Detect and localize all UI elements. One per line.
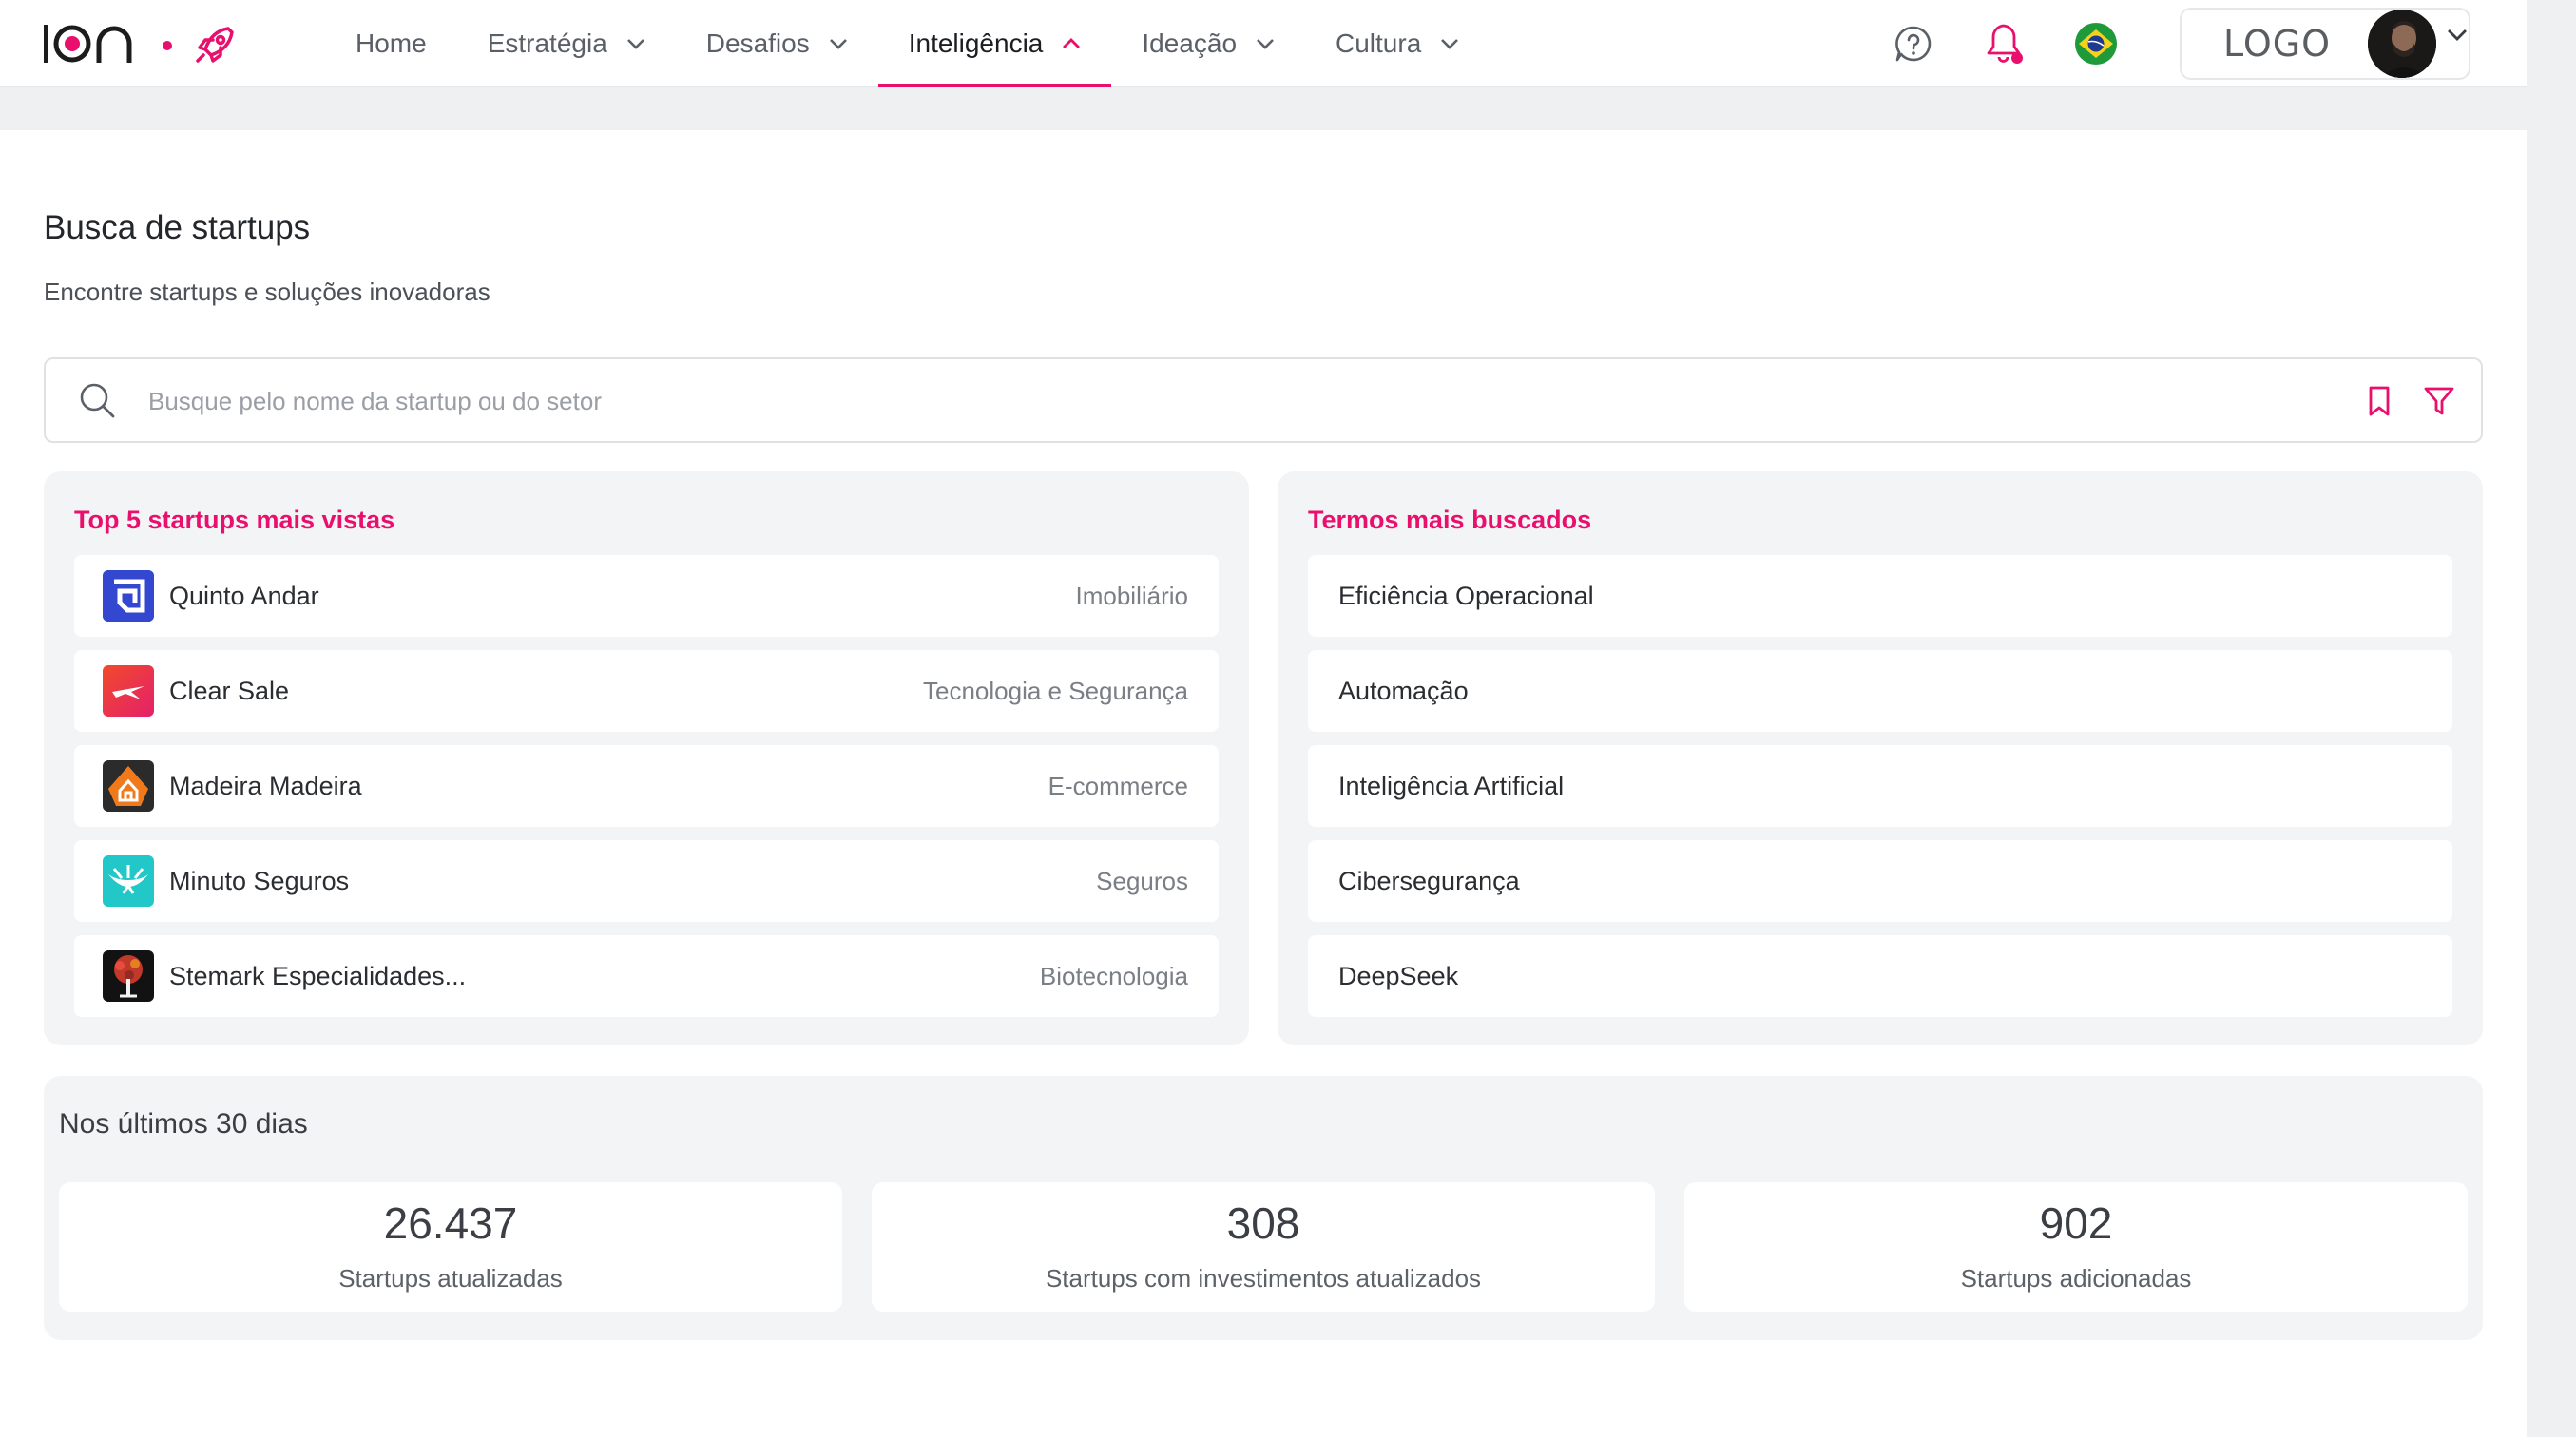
startup-row[interactable]: Minuto Seguros Seguros (74, 840, 1219, 922)
chevron-down-icon (626, 38, 645, 49)
filter-icon[interactable] (2422, 384, 2456, 423)
top-actions (1892, 17, 2118, 70)
startup-sector: Tecnologia e Segurança (923, 676, 1188, 705)
nav-item-cultura[interactable]: Cultura (1305, 0, 1490, 87)
search-bar (44, 357, 2483, 443)
search-input[interactable] (148, 376, 2335, 426)
startup-name: Clear Sale (169, 676, 290, 705)
search-term: DeepSeek (1338, 961, 1459, 990)
search-term-row[interactable]: Automação (1308, 650, 2452, 732)
nav-item-label: Desafios (705, 29, 810, 58)
company-logo: LOGO (2223, 23, 2332, 65)
startup-sector: Seguros (1096, 866, 1188, 895)
minuto-seguros-logo-icon (103, 855, 154, 907)
chevron-up-icon (1062, 38, 1081, 49)
startup-sector: Imobiliário (1075, 581, 1189, 610)
startup-row[interactable]: Madeira Madeira E-commerce (74, 745, 1219, 827)
startup-name: Madeira Madeira (169, 771, 362, 800)
search-term: Inteligência Artificial (1338, 771, 1565, 800)
search-term: Eficiência Operacional (1338, 581, 1594, 610)
chevron-down-icon (1440, 38, 1459, 49)
nav-item-estrategia[interactable]: Estratégia (457, 0, 676, 87)
stat-value: 308 (1226, 1198, 1300, 1248)
stat-label: Startups atualizadas (338, 1264, 563, 1293)
startup-row[interactable]: Clear Sale Tecnologia e Segurança (74, 650, 1219, 732)
nav-item-label: Ideação (1142, 29, 1238, 58)
quinto-andar-logo-icon (103, 570, 154, 622)
nav-item-label: Cultura (1336, 29, 1422, 58)
page-subtitle: Encontre startups e soluções inovadoras (44, 278, 490, 306)
search-term-row[interactable]: Inteligência Artificial (1308, 745, 2452, 827)
main-nav: Home Estratégia Desafios Inteligência Id… (325, 0, 1490, 87)
chevron-down-icon (1256, 38, 1275, 49)
chevron-down-icon (829, 38, 848, 49)
card-title: Top 5 startups mais vistas (74, 506, 395, 534)
page-title: Busca de startups (44, 209, 311, 246)
stat-label: Startups adicionadas (1960, 1264, 2192, 1293)
bookmark-icon[interactable] (2363, 384, 2395, 423)
nav-item-desafios[interactable]: Desafios (676, 0, 878, 87)
stat-value: 902 (2039, 1198, 2113, 1248)
brazil-flag-icon[interactable] (2074, 22, 2118, 66)
search-term-row[interactable]: Eficiência Operacional (1308, 555, 2452, 637)
card-title: Termos mais buscados (1308, 506, 1592, 534)
nav-item-label: Estratégia (487, 29, 607, 58)
nav-item-home[interactable]: Home (325, 0, 457, 87)
nav-item-inteligencia[interactable]: Inteligência (877, 0, 1112, 87)
search-term: Cibersegurança (1338, 866, 1520, 895)
stats-title: Nos últimos 30 dias (59, 1108, 308, 1140)
chevron-down-icon[interactable] (2447, 29, 2468, 47)
startup-name: Minuto Seguros (169, 866, 350, 895)
stat-value: 26.437 (383, 1198, 518, 1248)
stemark-logo-icon (103, 950, 154, 1002)
help-chat-icon[interactable] (1892, 22, 1935, 66)
stat-tile: 902 Startups adicionadas (1684, 1182, 2468, 1312)
startup-sector: E-commerce (1048, 771, 1188, 800)
ion-logo-icon (44, 25, 234, 63)
nav-item-label: Home (356, 29, 427, 58)
startup-sector: Biotecnologia (1039, 961, 1188, 990)
startup-row[interactable]: Stemark Especialidades... Biotecnologia (74, 935, 1219, 1017)
account-switcher[interactable]: LOGO (2180, 8, 2470, 80)
top-navigation-bar: Home Estratégia Desafios Inteligência Id… (0, 0, 2527, 87)
stat-tile: 26.437 Startups atualizadas (59, 1182, 842, 1312)
search-term-row[interactable]: Cibersegurança (1308, 840, 2452, 922)
top-startups-card: Top 5 startups mais vistas Quinto Andar … (44, 471, 1249, 1045)
stat-label: Startups com investimentos atualizados (1045, 1264, 1482, 1293)
nav-item-ideacao[interactable]: Ideação (1111, 0, 1305, 87)
stats-card: Nos últimos 30 dias 26.437 Startups atua… (44, 1076, 2483, 1340)
startup-name: Stemark Especialidades... (169, 961, 467, 990)
search-icon (78, 381, 116, 424)
page-header-band (0, 87, 2527, 130)
startup-name: Quinto Andar (169, 581, 319, 610)
search-term: Automação (1338, 676, 1469, 705)
search-term-row[interactable]: DeepSeek (1308, 935, 2452, 1017)
clear-sale-logo-icon (103, 665, 154, 717)
nav-item-label: Inteligência (908, 29, 1044, 58)
madeira-madeira-logo-icon (103, 760, 154, 812)
avatar[interactable] (2368, 10, 2436, 78)
startup-row[interactable]: Quinto Andar Imobiliário (74, 555, 1219, 637)
notification-bell-icon[interactable] (1983, 22, 2027, 66)
top-terms-card: Termos mais buscados Eficiência Operacio… (1278, 471, 2483, 1045)
stat-tile: 308 Startups com investimentos atualizad… (872, 1182, 1655, 1312)
brand-logo[interactable] (44, 17, 243, 70)
scrollbar-gutter[interactable] (2527, 0, 2576, 1437)
